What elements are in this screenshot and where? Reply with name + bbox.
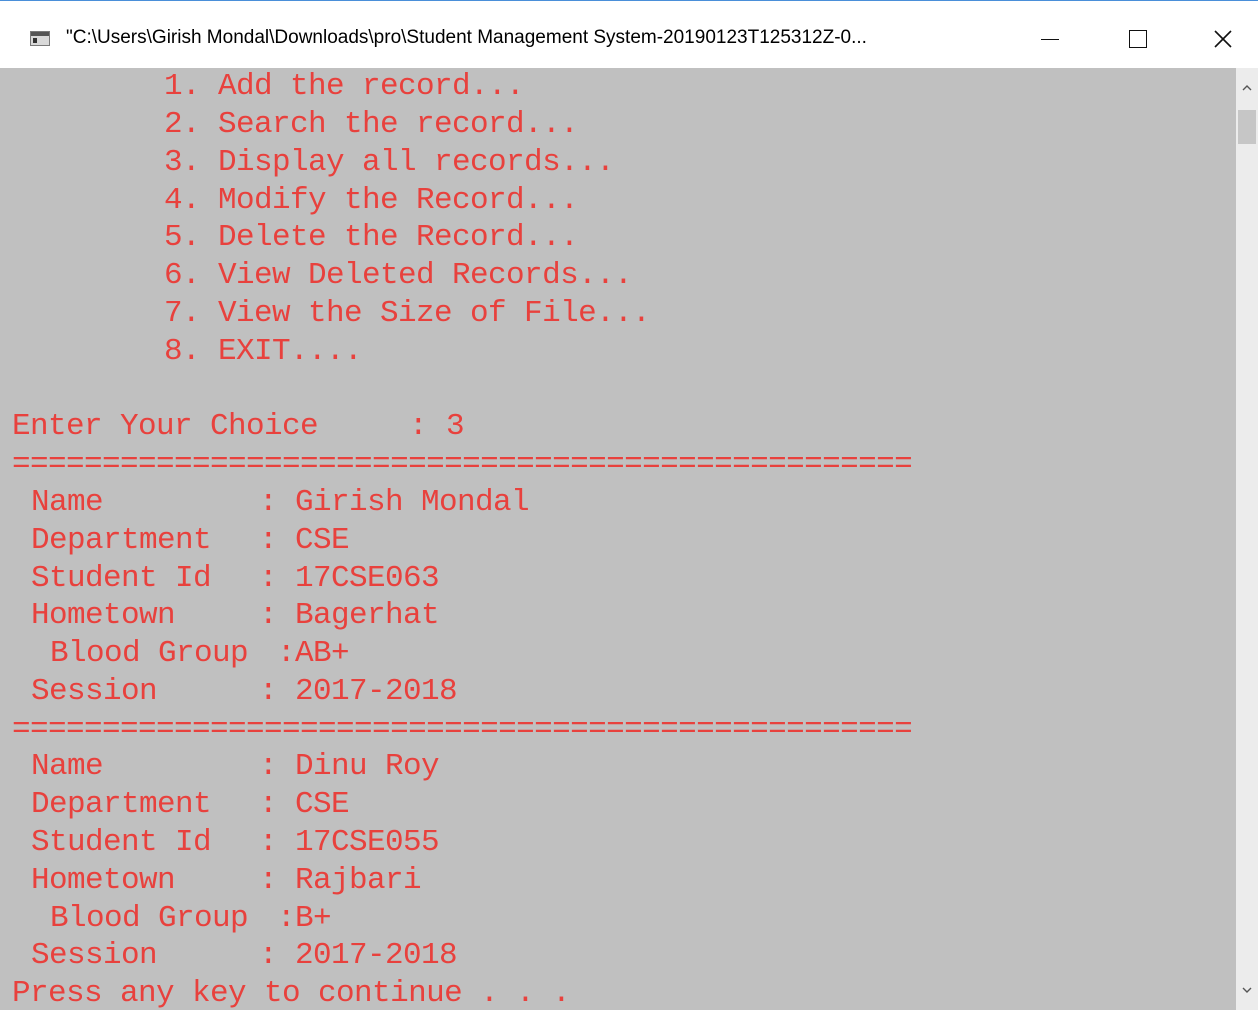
- record-field-label: Department: [31, 787, 212, 822]
- field-colon: :: [259, 938, 278, 973]
- continue-prompt: Press any key to continue . . .: [12, 976, 571, 1010]
- menu-item: 3. Display all records...: [164, 145, 615, 180]
- record-field-value: 2017-2018: [295, 674, 458, 709]
- title-bar[interactable]: "C:\Users\Girish Mondal\Downloads\pro\St…: [0, 1, 1258, 68]
- scroll-down-button[interactable]: [1236, 970, 1258, 1010]
- record-field-label: Student Id: [31, 825, 212, 860]
- vertical-scrollbar[interactable]: [1236, 68, 1258, 1010]
- close-button[interactable]: [1188, 19, 1258, 59]
- record-field-value: 17CSE055: [295, 825, 440, 860]
- record-field-value: 17CSE063: [295, 561, 440, 596]
- record-field-value: Bagerhat: [295, 598, 440, 633]
- field-colon: :: [259, 863, 278, 898]
- field-colon: :: [259, 598, 278, 633]
- field-colon: :: [259, 485, 278, 520]
- record-field-label: Blood Group: [50, 901, 249, 936]
- record-field-label: Department: [31, 523, 212, 558]
- record-field-label: Session: [31, 674, 158, 709]
- field-colon: :: [259, 674, 278, 709]
- field-colon: :: [259, 523, 278, 558]
- field-colon: :: [259, 825, 278, 860]
- record-field-label: Name: [31, 749, 104, 784]
- record-field-value: 2017-2018: [295, 938, 458, 973]
- menu-item: 8. EXIT....: [164, 334, 363, 369]
- record-field-label: Hometown: [31, 863, 176, 898]
- field-colon: :: [277, 636, 296, 671]
- menu-item: 2. Search the record...: [164, 107, 579, 142]
- record-field-value: CSE: [295, 787, 350, 822]
- record-field-label: Student Id: [31, 561, 212, 596]
- choice-prompt-label: Enter Your Choice: [12, 409, 319, 444]
- record-field-value: Rajbari: [295, 863, 422, 898]
- console-window-icon[interactable]: [30, 31, 50, 46]
- record-field-value: Girish Mondal: [295, 485, 530, 520]
- record-field-label: Hometown: [31, 598, 176, 633]
- record-field-value: B+: [295, 901, 332, 936]
- menu-item: 5. Delete the Record...: [164, 220, 579, 255]
- field-colon: :: [277, 901, 296, 936]
- choice-prompt-separator: :: [409, 409, 428, 444]
- maximize-icon: [1129, 30, 1147, 48]
- menu-item: 1. Add the record...: [164, 69, 525, 104]
- window-title: "C:\Users\Girish Mondal\Downloads\pro\St…: [66, 27, 867, 48]
- record-field-label: Session: [31, 938, 158, 973]
- maximize-button[interactable]: [1103, 19, 1173, 59]
- menu-item: 7. View the Size of File...: [164, 296, 651, 331]
- console-window: "C:\Users\Girish Mondal\Downloads\pro\St…: [0, 0, 1258, 1010]
- field-colon: :: [259, 787, 278, 822]
- scroll-up-arrow-icon: [1242, 85, 1252, 91]
- console-output[interactable]: 1. Add the record... 2. Search the recor…: [0, 68, 1236, 1010]
- scroll-up-button[interactable]: [1236, 68, 1258, 108]
- minimize-button[interactable]: [1015, 19, 1085, 59]
- record-field-value: CSE: [295, 523, 350, 558]
- field-colon: :: [259, 749, 278, 784]
- record-field-value: Dinu Roy: [295, 749, 440, 784]
- scroll-down-arrow-icon: [1242, 987, 1252, 993]
- record-field-value: AB+: [295, 636, 350, 671]
- menu-item: 4. Modify the Record...: [164, 183, 579, 218]
- record-divider: ========================================…: [12, 447, 913, 482]
- close-icon: [1214, 30, 1232, 48]
- record-field-label: Blood Group: [50, 636, 249, 671]
- menu-item: 6. View Deleted Records...: [164, 258, 633, 293]
- minimize-icon: [1041, 38, 1059, 40]
- record-field-label: Name: [31, 485, 104, 520]
- field-colon: :: [259, 561, 278, 596]
- choice-prompt-value: 3: [446, 409, 465, 444]
- scrollbar-thumb[interactable]: [1238, 110, 1256, 144]
- record-divider: ========================================…: [12, 712, 913, 747]
